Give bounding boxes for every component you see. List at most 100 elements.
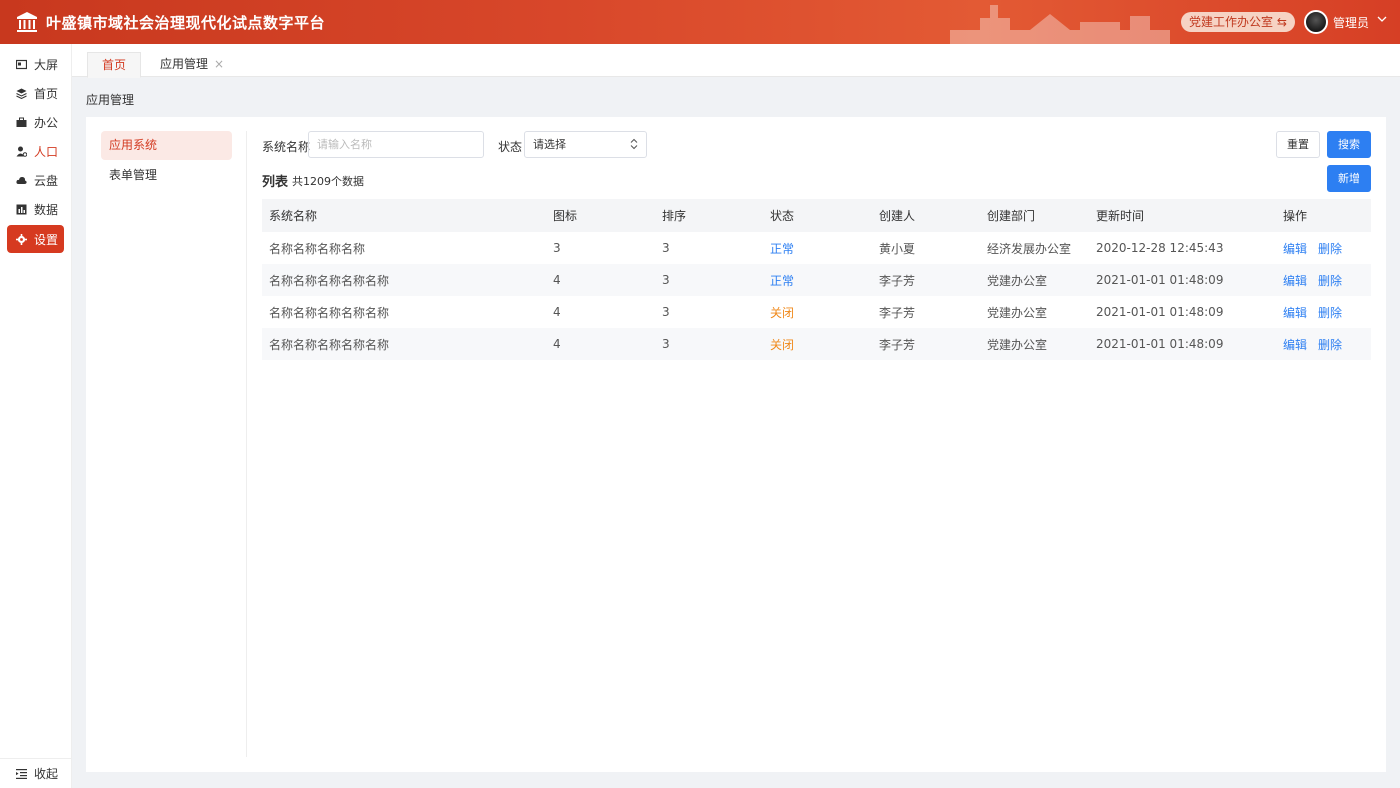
col-header-status: 状态 <box>770 209 795 223</box>
cell-time: 2021-01-01 01:48:09 <box>1096 305 1224 319</box>
cell-time: 2020-12-28 12:45:43 <box>1096 241 1224 255</box>
list-title: 列表 <box>262 175 289 190</box>
chart-icon <box>16 204 27 214</box>
status-select[interactable]: 请选择 <box>524 131 647 158</box>
cell-dept: 党建办公室 <box>987 305 1048 320</box>
avatar[interactable] <box>1304 10 1328 34</box>
submenu-item-form-management[interactable]: 表单管理 <box>101 161 232 190</box>
sidebar-item-label: 设置 <box>34 232 59 247</box>
cell-icon: 4 <box>553 337 561 351</box>
delete-link[interactable]: 删除 <box>1318 240 1342 257</box>
data-table: 系统名称 图标 排序 状态 创建人 创建部门 更新时间 操作 名称名称名称名称 … <box>262 199 1371 360</box>
sidebar-item-cloud[interactable]: 云盘 <box>7 166 64 194</box>
cell-name: 名称名称名称名称名称 <box>269 337 390 352</box>
cell-status: 正常 <box>770 241 795 256</box>
tab-label: 应用管理 <box>160 57 209 71</box>
close-icon[interactable]: × <box>214 57 224 71</box>
delete-link[interactable]: 删除 <box>1318 336 1342 353</box>
col-header-dept: 创建部门 <box>987 209 1036 223</box>
table-row: 名称名称名称名称名称 4 3 正常 李子芳 党建办公室 2021-01-01 0… <box>262 264 1371 296</box>
sidebar-item-home[interactable]: 首页 <box>7 79 64 107</box>
sidebar-item-data[interactable]: 数据 <box>7 195 64 223</box>
sidebar-item-label: 云盘 <box>34 173 59 188</box>
sidebar-item-label: 数据 <box>34 202 59 217</box>
edit-link[interactable]: 编辑 <box>1283 240 1307 257</box>
table-header: 系统名称 图标 排序 状态 创建人 创建部门 更新时间 操作 <box>262 199 1371 232</box>
status-select-value: 请选择 <box>533 138 566 151</box>
cell-status: 正常 <box>770 273 795 288</box>
cell-icon: 4 <box>553 305 561 319</box>
gear-icon <box>16 233 27 245</box>
edit-link[interactable]: 编辑 <box>1283 272 1307 289</box>
reset-button[interactable]: 重置 <box>1276 131 1320 158</box>
cell-name: 名称名称名称名称 <box>269 241 366 256</box>
cell-status: 关闭 <box>770 305 795 320</box>
sidebar-item-population[interactable]: 人口 <box>7 137 64 165</box>
cell-dept: 党建办公室 <box>987 273 1048 288</box>
name-filter-label: 系统名称 <box>262 140 311 154</box>
edit-link[interactable]: 编辑 <box>1283 304 1307 321</box>
sidebar-item-screen[interactable]: 大屏 <box>7 50 64 78</box>
table-row: 名称名称名称名称名称 4 3 关闭 李子芳 党建办公室 2021-01-01 0… <box>262 328 1371 360</box>
cell-creator: 黄小夏 <box>879 241 916 256</box>
sidebar: 大屏 首页 办公 人口 云盘 数据 设置 收起 <box>0 44 72 788</box>
screen-icon <box>16 59 27 69</box>
institution-logo-icon <box>17 12 37 32</box>
select-arrows-icon <box>630 138 638 150</box>
sidebar-item-label: 大屏 <box>34 57 59 72</box>
col-header-icon: 图标 <box>553 209 578 223</box>
app-title: 叶盛镇市域社会治理现代化试点数字平台 <box>46 14 326 32</box>
submenu-item-app-system[interactable]: 应用系统 <box>101 131 232 160</box>
delete-link[interactable]: 删除 <box>1318 272 1342 289</box>
cell-name: 名称名称名称名称名称 <box>269 305 390 320</box>
cell-creator: 李子芳 <box>879 273 916 288</box>
add-button[interactable]: 新增 <box>1327 165 1371 192</box>
sidebar-item-label: 办公 <box>34 115 59 130</box>
layers-icon <box>16 88 27 99</box>
cell-status: 关闭 <box>770 337 795 352</box>
name-search-input[interactable]: 请输入名称 <box>308 131 484 158</box>
table-row: 名称名称名称名称 3 3 正常 黄小夏 经济发展办公室 2020-12-28 1… <box>262 232 1371 264</box>
delete-link[interactable]: 删除 <box>1318 304 1342 321</box>
briefcase-icon <box>16 117 27 127</box>
col-header-actions: 操作 <box>1283 209 1308 223</box>
submenu: 应用系统 表单管理 <box>101 131 232 191</box>
tab-bar: 首页 应用管理 × <box>72 44 1400 78</box>
office-switch-button[interactable]: 党建工作办公室 ⇆ <box>1181 12 1295 32</box>
col-header-creator: 创建人 <box>879 209 916 223</box>
sidebar-item-office[interactable]: 办公 <box>7 108 64 136</box>
tab-home[interactable]: 首页 <box>87 52 141 78</box>
collapse-button[interactable]: 收起 <box>0 758 72 788</box>
cell-order: 3 <box>662 305 670 319</box>
sidebar-item-label: 首页 <box>34 86 59 101</box>
cloud-icon <box>16 176 27 184</box>
top-header: 叶盛镇市域社会治理现代化试点数字平台 党建工作办公室 ⇆ 管理员 <box>0 0 1400 44</box>
cell-order: 3 <box>662 273 670 287</box>
cell-order: 3 <box>662 241 670 255</box>
cell-creator: 李子芳 <box>879 305 916 320</box>
chevron-down-icon[interactable] <box>1376 13 1388 25</box>
cell-time: 2021-01-01 01:48:09 <box>1096 273 1224 287</box>
cell-icon: 3 <box>553 241 561 255</box>
cell-dept: 党建办公室 <box>987 337 1048 352</box>
col-header-order: 排序 <box>662 209 687 223</box>
divider <box>246 131 247 757</box>
tab-app-management[interactable]: 应用管理 × <box>150 52 234 78</box>
cell-dept: 经济发展办公室 <box>987 241 1072 256</box>
sidebar-item-settings[interactable]: 设置 <box>7 225 64 253</box>
cell-name: 名称名称名称名称名称 <box>269 273 390 288</box>
col-header-name: 系统名称 <box>269 209 318 223</box>
collapse-label: 收起 <box>34 767 59 781</box>
cell-icon: 4 <box>553 273 561 287</box>
status-filter-label: 状态 <box>498 140 523 154</box>
cell-creator: 李子芳 <box>879 337 916 352</box>
collapse-menu-icon <box>16 769 27 779</box>
cell-order: 3 <box>662 337 670 351</box>
edit-link[interactable]: 编辑 <box>1283 336 1307 353</box>
search-button[interactable]: 搜索 <box>1327 131 1371 158</box>
skyline-decoration <box>950 5 1170 44</box>
user-name[interactable]: 管理员 <box>1333 14 1369 31</box>
sidebar-item-label: 人口 <box>34 144 59 159</box>
cell-time: 2021-01-01 01:48:09 <box>1096 337 1224 351</box>
list-count: 共1209个数据 <box>292 175 364 188</box>
